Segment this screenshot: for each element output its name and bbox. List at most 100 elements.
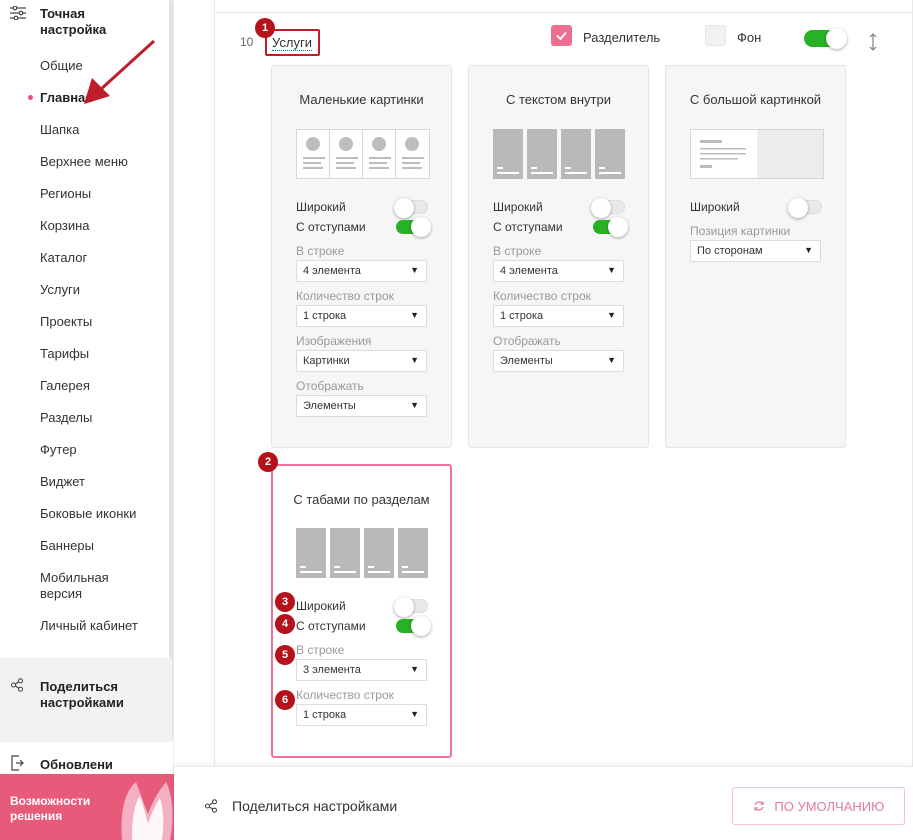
display-select[interactable]: Элементы ▼ xyxy=(493,350,624,372)
sidebar-item-13[interactable]: Футер xyxy=(40,442,77,458)
toggle-knob xyxy=(826,28,847,49)
annotation-arrow-icon xyxy=(84,39,156,104)
small-images-preview-icon xyxy=(296,129,430,179)
sidebar-title: Точная настройка xyxy=(40,6,107,37)
padding-toggle[interactable] xyxy=(593,217,628,237)
active-dot-icon xyxy=(28,95,33,100)
toggle-knob xyxy=(788,198,808,218)
footer-share-link[interactable]: Поделиться настройками xyxy=(232,798,397,814)
sidebar-item-14[interactable]: Виджет xyxy=(40,474,85,490)
sidebar-item-3[interactable]: Шапка xyxy=(40,122,79,138)
drag-handle-icon[interactable] xyxy=(868,33,878,56)
reset-default-button[interactable]: ПО УМОЛЧАНИЮ xyxy=(732,787,905,825)
dropdown-arrow-icon: ▼ xyxy=(410,355,419,365)
separator-checkbox[interactable] xyxy=(551,25,572,46)
rows-select[interactable]: 1 строка ▼ xyxy=(493,305,624,327)
footer-bar: Поделиться настройками ПО УМОЛЧАНИЮ xyxy=(174,766,913,840)
wide-toggle[interactable] xyxy=(591,198,625,218)
sidebar-header: Точная настройка xyxy=(0,5,168,38)
wide-label: Широкий xyxy=(493,200,543,214)
sidebar-item-9[interactable]: Проекты xyxy=(40,314,92,330)
toggle-knob xyxy=(608,217,628,237)
wide-toggle[interactable] xyxy=(394,597,428,617)
share-icon[interactable] xyxy=(204,799,218,818)
block-number: 10 xyxy=(240,35,254,49)
per-row-select[interactable]: 4 элемента ▼ xyxy=(296,260,427,282)
promo-banner[interactable]: Возможности решения xyxy=(0,774,174,840)
sidebar-updates-label: Обновлени xyxy=(40,757,113,772)
background-label: Фон xyxy=(737,30,762,45)
dropdown-arrow-icon: ▼ xyxy=(410,265,419,275)
sidebar-item-16[interactable]: Баннеры xyxy=(40,538,94,554)
rows-label: Количество строк xyxy=(296,688,394,702)
tabs-preview-icon xyxy=(296,528,428,578)
background-checkbox[interactable] xyxy=(705,25,726,46)
layout-card-text-inside[interactable]: С текстом внутри Широкий С отступами В с… xyxy=(468,65,649,448)
annotation-badge-5: 5 xyxy=(275,645,295,665)
annotation-badge-1: 1 xyxy=(255,18,275,38)
block-title-text: Услуги xyxy=(272,35,312,51)
dropdown-arrow-icon: ▼ xyxy=(804,245,813,255)
position-value: По сторонам xyxy=(697,245,763,257)
rows-select[interactable]: 1 строка ▼ xyxy=(296,305,427,327)
sidebar-share-label: Поделиться настройками xyxy=(40,679,124,710)
images-select[interactable]: Картинки ▼ xyxy=(296,350,427,372)
wide-label: Широкий xyxy=(296,599,346,613)
padding-toggle[interactable] xyxy=(396,217,431,237)
position-label: Позиция картинки xyxy=(690,224,791,238)
layout-card-small-images[interactable]: Маленькие картинки Широкий С отступами В… xyxy=(271,65,452,448)
sidebar-item-11[interactable]: Галерея xyxy=(40,378,90,394)
layout-card-tabs-by-sections[interactable]: С табами по разделам Широкий С отступами… xyxy=(271,464,452,758)
sidebar-share-settings[interactable]: Поделиться настройками xyxy=(0,658,172,742)
rows-value: 1 строка xyxy=(303,310,347,322)
sidebar-item-10[interactable]: Тарифы xyxy=(40,346,89,362)
layout-card-big-image[interactable]: С большой картинкой Широкий Позиция карт… xyxy=(665,65,846,448)
sidebar-item-12[interactable]: Разделы xyxy=(40,410,92,426)
sidebar-item-15[interactable]: Боковые иконки xyxy=(40,506,136,522)
toggle-knob xyxy=(394,597,414,617)
sidebar-scrollbar[interactable] xyxy=(169,0,173,740)
padding-toggle[interactable] xyxy=(396,616,431,636)
sidebar-item-18[interactable]: Личный кабинет xyxy=(40,618,138,634)
text-inside-preview-icon xyxy=(493,129,625,179)
sidebar-item-6[interactable]: Корзина xyxy=(40,218,90,234)
display-label: Отображать xyxy=(296,379,364,393)
wide-label: Широкий xyxy=(296,200,346,214)
sidebar-item-17[interactable]: Мобильная версия xyxy=(40,570,130,602)
toggle-knob xyxy=(394,198,414,218)
sidebar-item-7[interactable]: Каталог xyxy=(40,250,87,266)
sidebar-item-1[interactable]: Общие xyxy=(40,58,83,74)
wide-toggle[interactable] xyxy=(788,198,822,218)
display-value: Элементы xyxy=(303,400,356,412)
dropdown-arrow-icon: ▼ xyxy=(410,400,419,410)
dropdown-arrow-icon: ▼ xyxy=(607,265,616,275)
dropdown-arrow-icon: ▼ xyxy=(607,355,616,365)
per-row-label: В строке xyxy=(493,244,542,258)
rows-select[interactable]: 1 строка ▼ xyxy=(296,704,427,726)
divider xyxy=(215,12,913,13)
rows-value: 1 строка xyxy=(303,709,347,721)
block-enabled-toggle[interactable] xyxy=(804,28,847,49)
position-select[interactable]: По сторонам ▼ xyxy=(690,240,821,262)
wide-toggle[interactable] xyxy=(394,198,428,218)
padding-label: С отступами xyxy=(296,619,366,633)
sidebar-item-5[interactable]: Регионы xyxy=(40,186,91,202)
sidebar-item-4[interactable]: Верхнее меню xyxy=(40,154,128,170)
wide-label: Широкий xyxy=(690,200,740,214)
big-image-preview-icon xyxy=(690,129,824,179)
display-select[interactable]: Элементы ▼ xyxy=(296,395,427,417)
reset-label: ПО УМОЛЧАНИЮ xyxy=(774,799,885,814)
separator-label: Разделитель xyxy=(583,30,661,45)
dropdown-arrow-icon: ▼ xyxy=(410,310,419,320)
rows-label: Количество строк xyxy=(296,289,394,303)
padding-label: С отступами xyxy=(296,220,366,234)
sliders-icon xyxy=(0,5,40,38)
padding-label: С отступами xyxy=(493,220,563,234)
per-row-select[interactable]: 4 элемента ▼ xyxy=(493,260,624,282)
rows-label: Количество строк xyxy=(493,289,591,303)
display-label: Отображать xyxy=(493,334,561,348)
card-title: С текстом внутри xyxy=(506,92,611,107)
refresh-icon xyxy=(753,799,769,814)
per-row-select[interactable]: 3 элемента ▼ xyxy=(296,659,427,681)
sidebar-item-8[interactable]: Услуги xyxy=(40,282,80,298)
